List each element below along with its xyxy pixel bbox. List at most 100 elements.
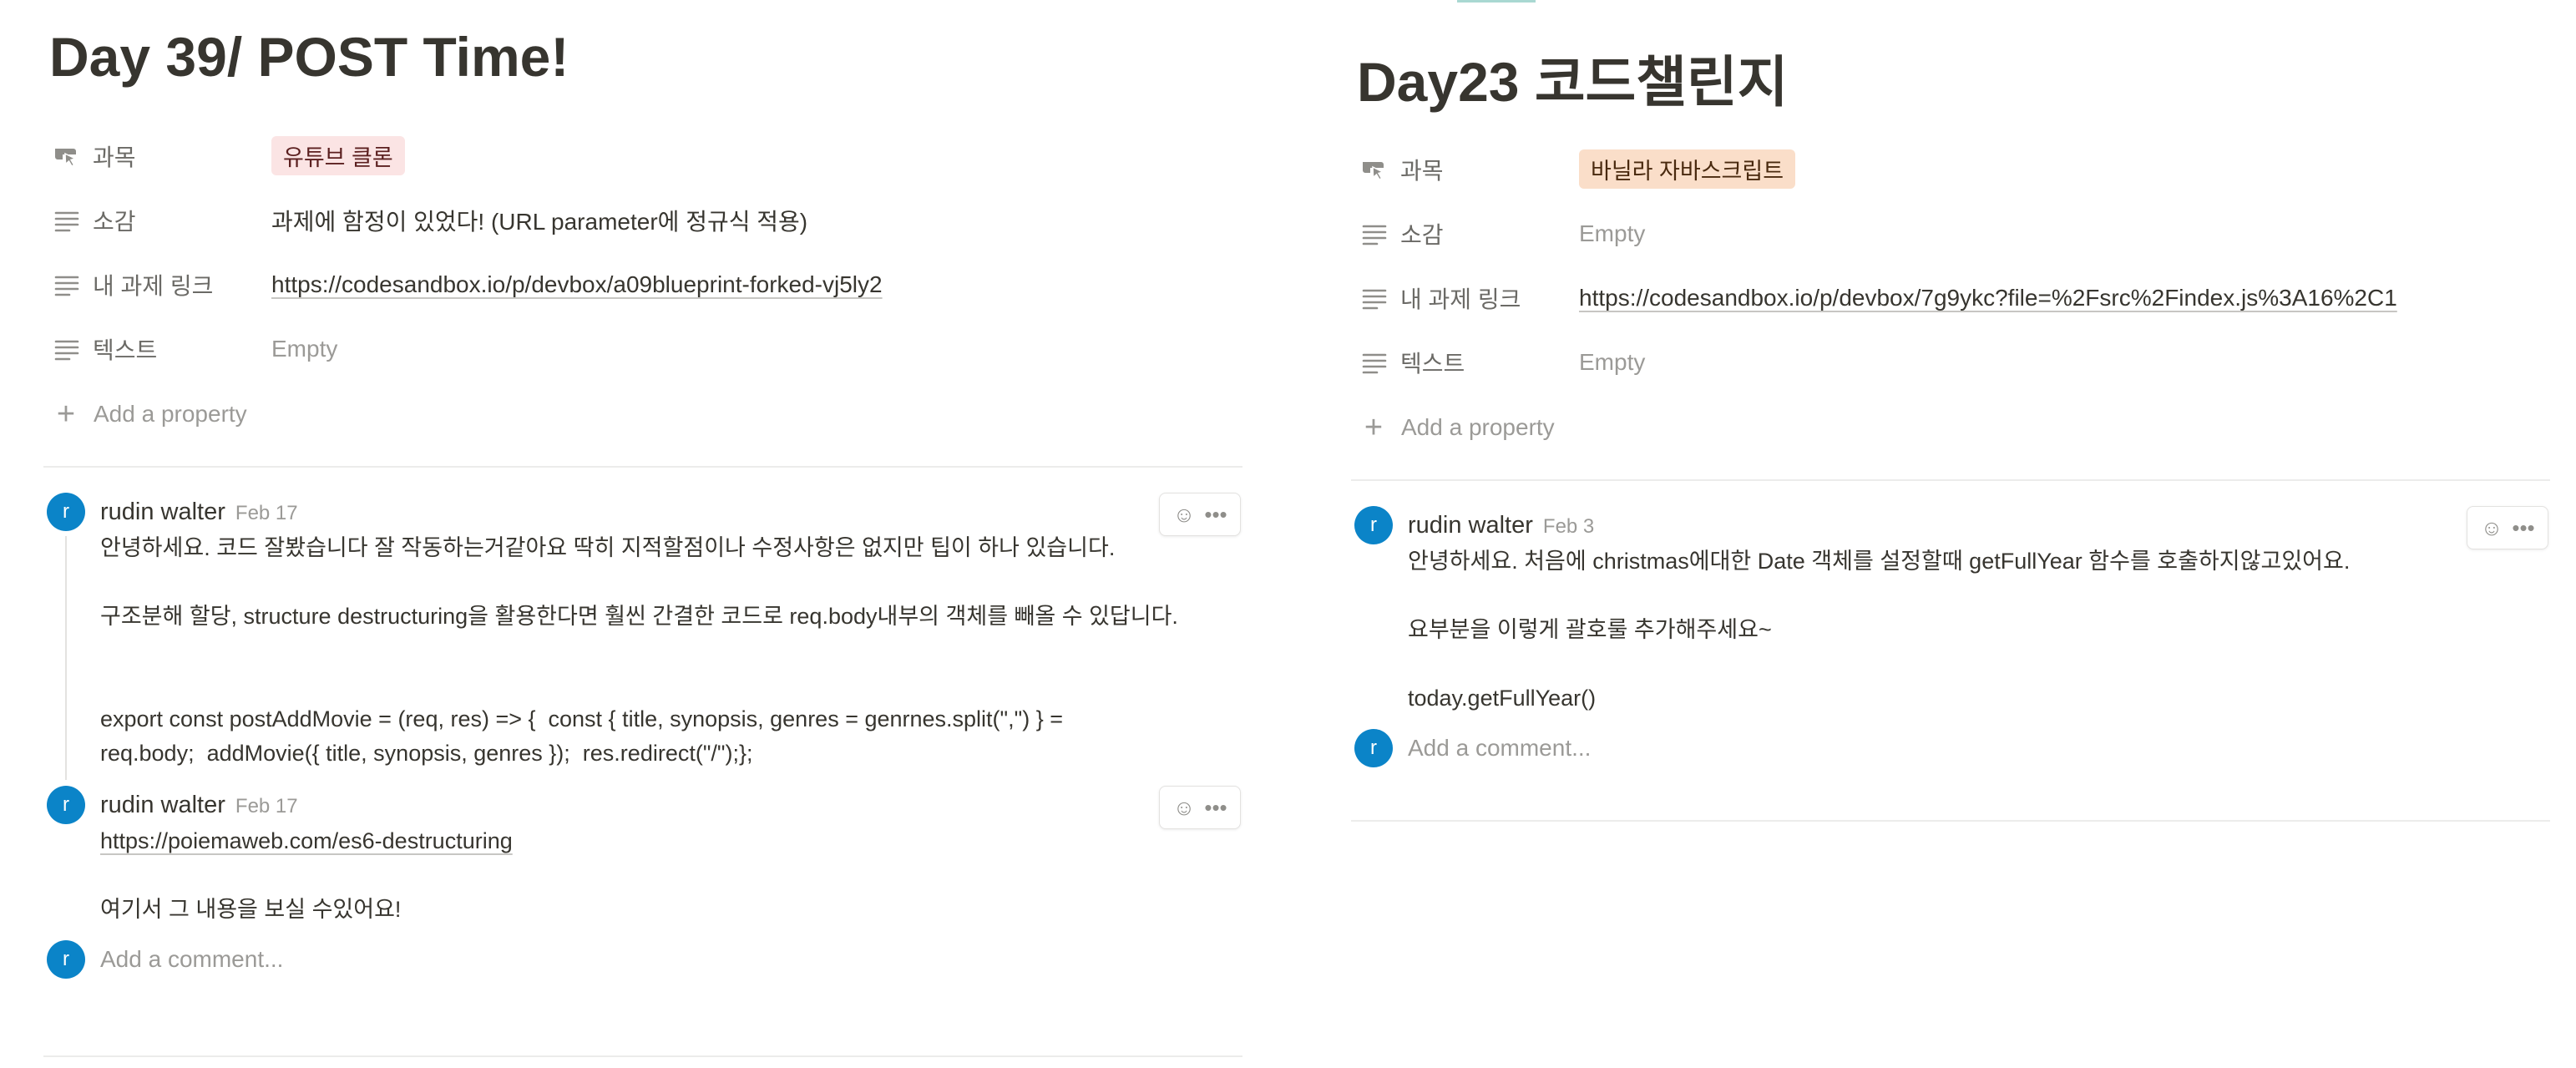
- divider: [43, 1055, 1242, 1057]
- property-key-label: 과목: [93, 144, 136, 170]
- comment-line: [1408, 579, 2553, 613]
- add-comment-input[interactable]: Add a comment...: [100, 946, 283, 973]
- property-text[interactable]: 텍스트 Empty: [1351, 330, 2553, 394]
- property-key[interactable]: 과목: [1351, 153, 1579, 186]
- property-key[interactable]: 텍스트: [43, 332, 271, 366]
- property-value-empty[interactable]: Empty: [1579, 220, 1645, 247]
- property-key-label: 과목: [1400, 157, 1444, 184]
- comment-line: export const postAddMovie = (req, res) =…: [100, 706, 1063, 731]
- property-key[interactable]: 내 과제 링크: [43, 268, 271, 301]
- property-subject[interactable]: 과목 유튜브 클론: [43, 124, 1246, 188]
- comment: r rudin walter Feb 3 ☺ ••• 안녕하세요. 처음에 ch…: [1351, 506, 2553, 716]
- comment-line: [100, 634, 1246, 668]
- comment-body: 안녕하세요. 처음에 christmas에대한 Date 객체를 설정할때 ge…: [1408, 544, 2553, 716]
- comment-actions: ☺ •••: [1159, 786, 1241, 829]
- more-options-icon[interactable]: •••: [1200, 792, 1232, 823]
- comment-line: [100, 668, 1246, 702]
- add-property-label: Add a property: [1401, 414, 1555, 440]
- cursor-multiselect-icon: [55, 148, 78, 167]
- text-lines-icon: [54, 340, 79, 360]
- text-lines-icon: [1362, 353, 1387, 373]
- add-reaction-icon[interactable]: ☺: [1168, 499, 1200, 530]
- property-impression[interactable]: 소감 Empty: [1351, 201, 2553, 266]
- divider: [43, 466, 1242, 468]
- comment-line: req.body; addMovie({ title, synopsis, ge…: [100, 741, 753, 766]
- add-reaction-icon[interactable]: ☺: [1168, 792, 1200, 823]
- comment-date[interactable]: Feb 3: [1543, 508, 1594, 546]
- property-key-label: 내 과제 링크: [1400, 286, 1521, 312]
- comment: r rudin walter Feb 17 ☺ ••• https://poie…: [43, 786, 1246, 927]
- property-key[interactable]: 소감: [1351, 217, 1579, 251]
- comment-date[interactable]: Feb 17: [235, 494, 298, 533]
- divider: [1351, 820, 2550, 822]
- property-assignment-link[interactable]: 내 과제 링크 https://codesandbox.io/p/devbox/…: [43, 252, 1246, 316]
- property-key-label: 소감: [1400, 221, 1444, 248]
- properties-list: 과목 바닐라 자바스크립트 소감 Empty 내 과제 링크 https://c…: [1351, 137, 2553, 461]
- comment-line: [100, 565, 1246, 600]
- avatar[interactable]: r: [1354, 506, 1393, 544]
- avatar: r: [47, 940, 85, 979]
- comment-author[interactable]: rudin walter: [1408, 506, 1533, 544]
- property-key[interactable]: 내 과제 링크: [1351, 281, 1579, 315]
- property-text[interactable]: 텍스트 Empty: [43, 316, 1246, 381]
- text-lines-icon: [54, 211, 79, 231]
- comment-author[interactable]: rudin walter: [100, 493, 225, 531]
- add-property-button[interactable]: + Add a property: [1351, 394, 2553, 461]
- plus-icon: +: [56, 396, 76, 432]
- add-comment-row[interactable]: r Add a comment...: [43, 939, 1246, 980]
- comment-line: [100, 858, 1246, 893]
- add-property-button[interactable]: + Add a property: [43, 381, 1246, 448]
- property-value[interactable]: 과제에 함정이 있었다! (URL parameter에 정규식 적용): [271, 204, 807, 237]
- comment-body: https://poiemaweb.com/es6-destructuring …: [100, 824, 1246, 927]
- comment-line: 안녕하세요. 처음에 christmas에대한 Date 객체를 설정할때 ge…: [1408, 549, 2351, 574]
- assignment-link[interactable]: https://codesandbox.io/p/devbox/7g9ykc?f…: [1579, 285, 2397, 311]
- comment-link[interactable]: https://poiemaweb.com/es6-destructuring: [100, 824, 1246, 858]
- comment-date[interactable]: Feb 17: [235, 787, 298, 826]
- avatar[interactable]: r: [47, 786, 85, 824]
- comments-section: r rudin walter Feb 3 ☺ ••• 안녕하세요. 처음에 ch…: [1351, 506, 2553, 769]
- comment-line: 구조분해 할당, structure destructuring을 활용한다면 …: [100, 604, 1178, 629]
- comment-actions: ☺ •••: [1159, 493, 1241, 536]
- page-title: Day 39/ POST Time!: [49, 26, 569, 88]
- text-lines-icon: [54, 276, 79, 296]
- add-property-label: Add a property: [94, 401, 247, 427]
- comments-section: r rudin walter Feb 17 ☺ ••• 안녕하세요. 코드 잘봤…: [43, 493, 1246, 980]
- assignment-link[interactable]: https://codesandbox.io/p/devbox/a09bluep…: [271, 271, 883, 298]
- add-comment-input[interactable]: Add a comment...: [1408, 735, 1591, 762]
- property-subject[interactable]: 과목 바닐라 자바스크립트: [1351, 137, 2553, 201]
- property-assignment-link[interactable]: 내 과제 링크 https://codesandbox.io/p/devbox/…: [1351, 266, 2553, 330]
- top-accent-bar: [1457, 0, 1536, 3]
- divider: [1351, 479, 2550, 481]
- cursor-multiselect-icon: [1363, 161, 1385, 180]
- more-options-icon[interactable]: •••: [1200, 499, 1232, 530]
- properties-list: 과목 유튜브 클론 소감 과제에 함정이 있었다! (URL parameter…: [43, 124, 1246, 448]
- comment-author[interactable]: rudin walter: [100, 786, 225, 824]
- subject-tag[interactable]: 유튜브 클론: [271, 136, 405, 175]
- comment-line: today.getFullYear(): [1408, 686, 1597, 711]
- add-reaction-icon[interactable]: ☺: [2476, 512, 2508, 544]
- comment-actions: ☺ •••: [2467, 506, 2548, 549]
- property-key-label: 텍스트: [93, 337, 158, 363]
- text-lines-icon: [1362, 225, 1387, 245]
- comment-line: 안녕하세요. 코드 잘봤습니다 잘 작동하는거같아요 딱히 지적할점이나 수정사…: [100, 535, 1116, 560]
- property-key[interactable]: 텍스트: [1351, 346, 1579, 379]
- add-comment-row[interactable]: r Add a comment...: [1351, 727, 2553, 769]
- property-key[interactable]: 소감: [43, 204, 271, 237]
- property-value-empty[interactable]: Empty: [271, 336, 337, 362]
- comment-line: 여기서 그 내용을 보실 수있어요!: [100, 897, 402, 922]
- property-key-label: 텍스트: [1400, 350, 1465, 377]
- subject-tag[interactable]: 바닐라 자바스크립트: [1579, 149, 1796, 189]
- text-lines-icon: [1362, 289, 1387, 309]
- property-impression[interactable]: 소감 과제에 함정이 있었다! (URL parameter에 정규식 적용): [43, 188, 1246, 252]
- comment: r rudin walter Feb 17 ☺ ••• 안녕하세요. 코드 잘봤…: [43, 493, 1246, 771]
- property-key-label: 소감: [93, 208, 136, 235]
- plus-icon: +: [1364, 409, 1384, 445]
- comment-body: 안녕하세요. 코드 잘봤습니다 잘 작동하는거같아요 딱히 지적할점이나 수정사…: [100, 531, 1246, 771]
- property-value-empty[interactable]: Empty: [1579, 349, 1645, 376]
- property-key[interactable]: 과목: [43, 139, 271, 173]
- comment-line: [1408, 647, 2553, 681]
- more-options-icon[interactable]: •••: [2508, 512, 2539, 544]
- comment-line: 요부분을 이렇게 괄호룰 추가해주세요~: [1408, 617, 1772, 642]
- property-key-label: 내 과제 링크: [93, 272, 214, 299]
- avatar[interactable]: r: [47, 493, 85, 531]
